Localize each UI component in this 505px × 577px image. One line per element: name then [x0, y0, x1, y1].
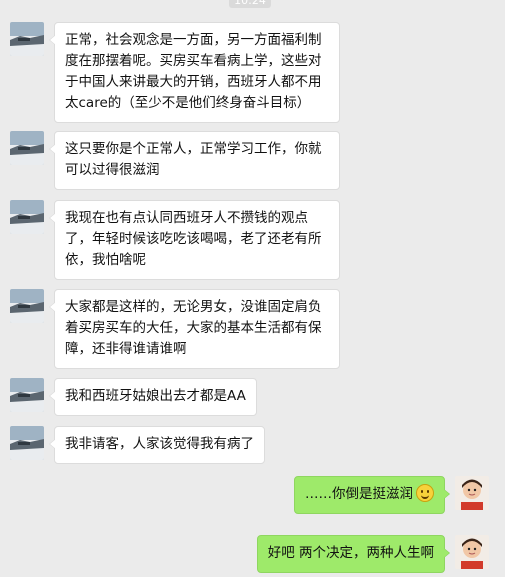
message-text: ……你倒是挺滋润	[305, 486, 413, 502]
contact-avatar-icon[interactable]	[10, 200, 44, 234]
contact-avatar-icon[interactable]	[10, 22, 44, 56]
user-avatar-icon[interactable]	[455, 476, 489, 510]
message-bubble[interactable]: 这只要你是个正常人，正常学习工作，你就可以过得很滋润	[49, 131, 340, 190]
contact-avatar-icon[interactable]	[10, 378, 44, 412]
contact-avatar-icon[interactable]	[10, 426, 44, 460]
smile-emoji-icon	[416, 484, 434, 502]
message-bubble[interactable]: 我和西班牙姑娘出去才都是AA	[49, 378, 257, 416]
message-bubble[interactable]: 我现在也有点认同西班牙人不攒钱的观点了，年轻时候该吃吃该喝喝，老了还老有所依，我…	[49, 200, 340, 280]
contact-avatar-icon[interactable]	[10, 131, 44, 165]
message-bubble[interactable]: 正常，社会观念是一方面，另一方面福利制度在那摆着呢。买房买车看病上学，这些对于中…	[49, 22, 340, 123]
contact-avatar-icon[interactable]	[10, 289, 44, 323]
message-bubble[interactable]: ……你倒是挺滋润	[294, 476, 450, 514]
message-bubble[interactable]: 好吧 两个决定，两种人生啊	[256, 535, 451, 573]
message-bubble[interactable]: 大家都是这样的，无论男女，没谁固定肩负着买房买车的大任，大家的基本生活都有保障，…	[49, 289, 340, 369]
user-avatar-icon[interactable]	[455, 535, 489, 569]
message-bubble[interactable]: 我非请客，人家该觉得我有病了	[49, 426, 265, 464]
timestamp: 10:24	[229, 0, 271, 8]
